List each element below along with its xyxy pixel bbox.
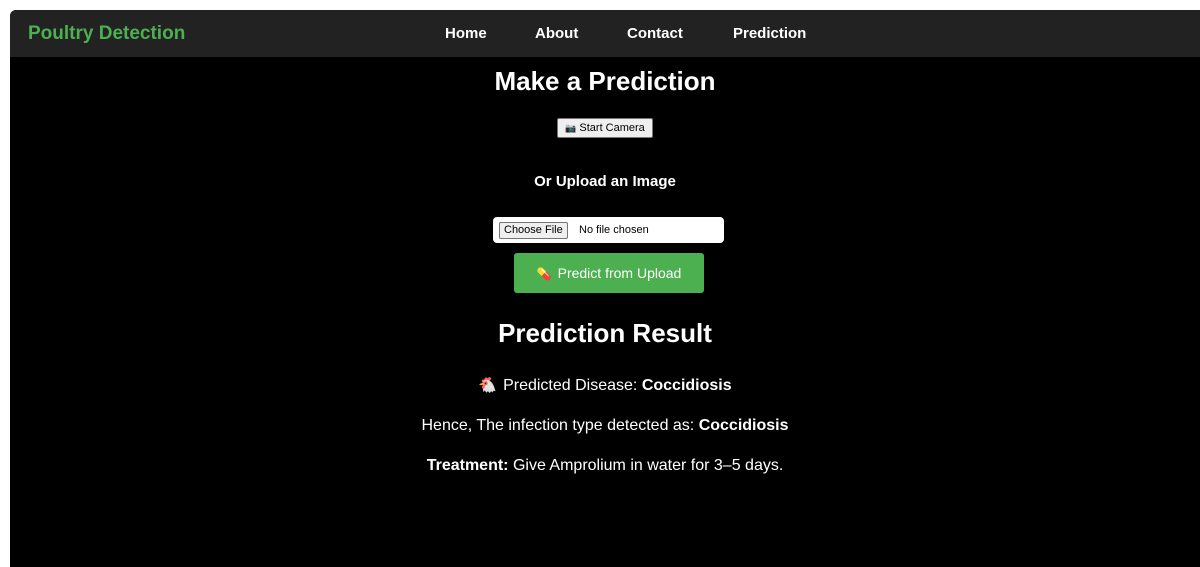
file-upload-field[interactable]: Choose File No file chosen: [493, 217, 724, 243]
treatment-value: Give Amprolium in water for 3–5 days.: [512, 457, 784, 474]
app-frame: Poultry Detection Home About Contact Pre…: [10, 10, 1200, 567]
predict-button-label: Predict from Upload: [557, 265, 682, 281]
page-title: Make a Prediction: [494, 66, 716, 96]
file-status-text: No file chosen: [579, 224, 649, 236]
upload-heading: Or Upload an Image: [534, 173, 676, 190]
nav-link-about[interactable]: About: [535, 25, 578, 42]
nav-link-home[interactable]: Home: [445, 25, 487, 42]
camera-icon: 📷: [565, 123, 577, 133]
brand-logo-text[interactable]: Poultry Detection: [28, 23, 185, 45]
predict-from-upload-button[interactable]: 💊 Predict from Upload: [514, 253, 704, 293]
nav-link-contact[interactable]: Contact: [627, 25, 683, 42]
infection-type-value: Coccidiosis: [698, 417, 789, 434]
nav-link-prediction[interactable]: Prediction: [733, 25, 806, 42]
predicted-disease-line: 🐔 Predicted Disease: Coccidiosis: [10, 376, 1200, 395]
choose-file-button[interactable]: Choose File: [499, 222, 568, 239]
predicted-disease-value: Coccidiosis: [641, 377, 732, 394]
result-heading: Prediction Result: [498, 318, 712, 348]
infection-type-line: Hence, The infection type detected as: C…: [10, 417, 1200, 435]
pill-icon: 💊: [536, 267, 552, 281]
infection-type-label: Hence, The infection type detected as:: [421, 417, 695, 434]
navbar: Poultry Detection Home About Contact Pre…: [10, 10, 1200, 57]
treatment-line: Treatment: Give Amprolium in water for 3…: [10, 457, 1200, 475]
camera-button-wrap: 📷 Start Camera: [10, 118, 1200, 138]
start-camera-label: Start Camera: [579, 122, 645, 134]
chicken-icon: 🐔: [478, 377, 498, 394]
predicted-disease-label: Predicted Disease:: [503, 377, 638, 394]
start-camera-button[interactable]: 📷 Start Camera: [557, 118, 653, 138]
treatment-label: Treatment:: [426, 457, 509, 474]
